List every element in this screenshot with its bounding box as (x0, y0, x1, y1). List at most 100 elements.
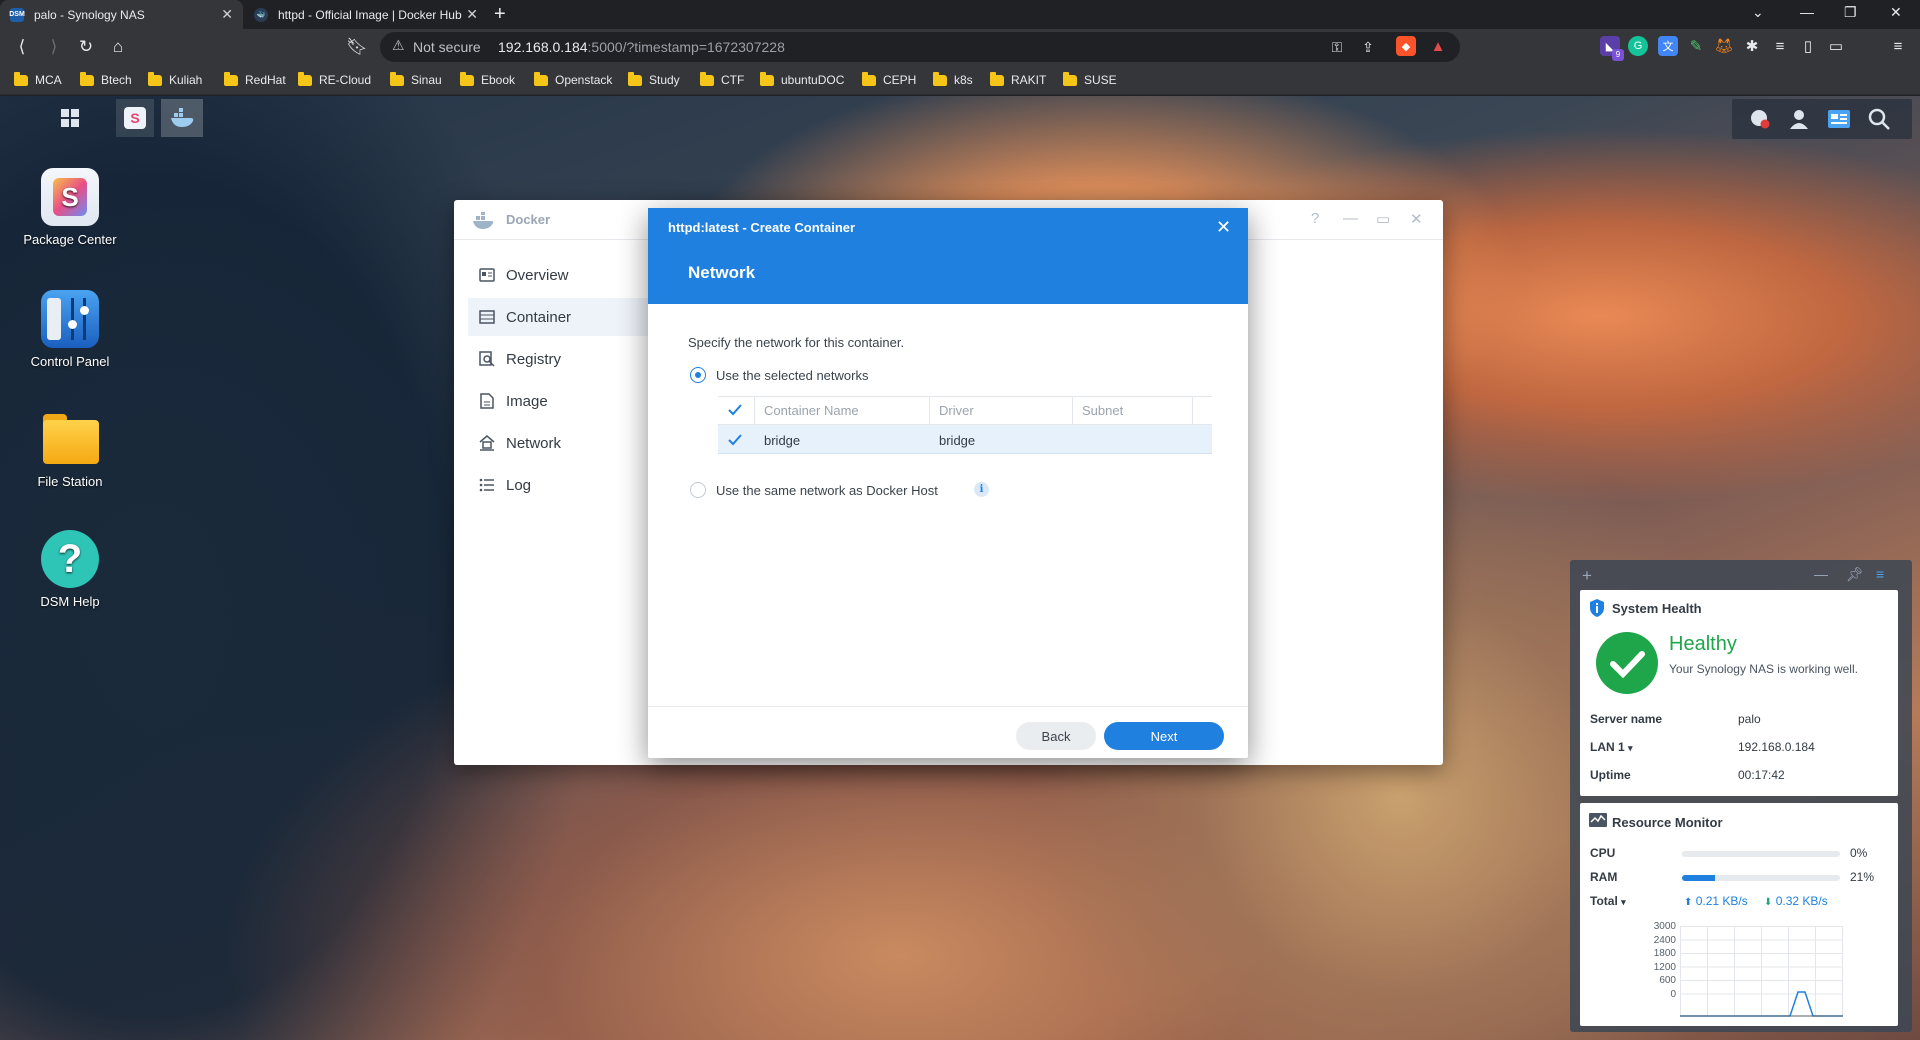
bookmark-icon[interactable]: 🔖︎ (345, 35, 369, 59)
bookmark-label: Ebook (481, 73, 516, 87)
bookmark-ctf[interactable]: CTF (700, 71, 745, 88)
bookmark-sinau[interactable]: Sinau (390, 71, 442, 88)
upload-value: 0.21 KB/s (1695, 894, 1748, 908)
column-header-subnet[interactable]: Subnet (1082, 396, 1123, 424)
desktop-icon-dsm-help[interactable]: ? DSM Help (8, 530, 132, 609)
dialog-close-icon[interactable]: ✕ (1216, 217, 1231, 238)
media-queue-icon[interactable]: ≡ (1770, 36, 1790, 56)
edit-extension-icon[interactable]: ✎ (1686, 36, 1706, 56)
close-window-button[interactable]: ✕ (1890, 4, 1902, 21)
close-tab-icon[interactable]: ✕ (221, 6, 233, 23)
bookmark-openstack[interactable]: Openstack (534, 71, 612, 88)
brave-rewards-icon[interactable]: ▲ (1428, 36, 1448, 56)
sidebar-item-network[interactable]: Network (468, 424, 648, 462)
wallet-icon[interactable]: ▭ (1826, 36, 1846, 56)
radio-selected-networks-label[interactable]: Use the selected networks (716, 368, 868, 383)
help-button[interactable]: ? (1311, 210, 1319, 227)
grammarly-icon[interactable]: G (1628, 36, 1648, 56)
taskbar-docker[interactable] (161, 99, 203, 137)
extensions-puzzle-icon[interactable]: ✱ (1742, 36, 1762, 56)
forward-nav-icon[interactable]: ⟩ (42, 35, 66, 59)
bookmark-kuliah[interactable]: Kuliah (148, 71, 202, 88)
bookmark-re-cloud[interactable]: RE-Cloud (298, 71, 371, 88)
reload-icon[interactable]: ↻ (74, 35, 98, 59)
key-icon[interactable]: ⚿ (1325, 35, 1349, 59)
widgets-icon[interactable] (1826, 106, 1852, 132)
bookmark-redhat[interactable]: RedHat (224, 71, 286, 88)
bookmark-rakit[interactable]: RAKIT (990, 71, 1046, 88)
brave-shield-icon[interactable]: ◆ (1396, 36, 1416, 56)
sidebar-item-log[interactable]: Log (468, 466, 648, 504)
bookmark-ubuntudoc[interactable]: ubuntuDOC (760, 71, 844, 88)
info-icon[interactable]: i (974, 482, 989, 497)
sidebar-item-image[interactable]: Image (468, 382, 648, 420)
translate-icon[interactable]: 文 (1658, 36, 1678, 56)
bookmark-k8s[interactable]: k8s (933, 71, 973, 88)
dialog-footer-divider (648, 706, 1248, 707)
notifications-icon[interactable] (1746, 106, 1772, 132)
desktop-icon-package-center[interactable]: S Package Center (8, 168, 132, 247)
tab-synology[interactable]: DSM palo - Synology NAS ✕ (0, 0, 243, 29)
main-menu-button[interactable] (50, 99, 90, 137)
maximize-button[interactable]: ▭ (1376, 210, 1390, 228)
add-widget-icon[interactable]: + (1582, 566, 1592, 586)
minimize-button[interactable]: — (1343, 210, 1358, 227)
restore-window-button[interactable]: ❐ (1844, 4, 1857, 21)
url-host: 192.168.0.184 (498, 39, 588, 55)
share-icon[interactable]: ⇪ (1356, 35, 1380, 59)
minimize-window-button[interactable]: — (1800, 4, 1814, 20)
extension-badge: 9 (1612, 49, 1624, 61)
lan-label: LAN 1 (1590, 740, 1625, 754)
sidebar-toggle-icon[interactable]: ▯ (1798, 36, 1818, 56)
tab-docker-hub[interactable]: 🐳 httpd - Official Image | Docker Hub ✕ (244, 0, 488, 29)
desktop-icon-control-panel[interactable]: Control Panel (8, 290, 132, 369)
bookmark-ceph[interactable]: CEPH (862, 71, 916, 88)
health-message: Your Synology NAS is working well. (1669, 662, 1858, 676)
search-icon[interactable] (1866, 106, 1892, 132)
package-center-icon: S (41, 168, 99, 226)
taskbar-package-center[interactable]: S (116, 99, 154, 137)
ram-label: RAM (1590, 870, 1618, 884)
bookmark-study[interactable]: Study (628, 71, 680, 88)
column-header-container-name[interactable]: Container Name (764, 396, 859, 424)
radio-docker-host-network[interactable] (690, 482, 706, 498)
metamask-icon[interactable]: 🦊︎ (1714, 36, 1734, 56)
bookmark-label: CTF (721, 73, 745, 87)
collapse-widget-icon[interactable]: — (1814, 566, 1828, 582)
radio-selected-networks[interactable] (690, 367, 706, 383)
docker-window-title: Docker (506, 212, 551, 227)
uptime-label: Uptime (1590, 768, 1631, 782)
total-dropdown[interactable]: Total ▾ (1590, 894, 1626, 908)
row-checkbox[interactable] (728, 426, 742, 454)
sidebar-item-registry[interactable]: Registry (468, 340, 648, 378)
close-button[interactable]: ✕ (1410, 210, 1423, 228)
bookmark-ebook[interactable]: Ebook (460, 71, 516, 88)
home-icon[interactable]: ⌂ (106, 35, 130, 59)
new-tab-button[interactable]: + (494, 3, 506, 26)
container-icon (478, 308, 496, 326)
user-icon[interactable] (1786, 106, 1812, 132)
bookmark-mca[interactable]: MCA (14, 71, 62, 88)
create-container-dialog: httpd:latest - Create Container Network … (648, 208, 1248, 758)
header-select-all[interactable] (728, 396, 742, 424)
cell-driver: bridge (939, 432, 976, 448)
back-button[interactable]: Back (1016, 722, 1096, 750)
lan-dropdown[interactable]: LAN 1 ▾ (1590, 740, 1633, 754)
url-text[interactable]: 192.168.0.184:5000/?timestamp=1672307228 (498, 39, 785, 55)
pin-widget-icon[interactable]: 📌︎ (1846, 566, 1864, 583)
bookmark-btech[interactable]: Btech (80, 71, 132, 88)
sidebar-item-container[interactable]: Container (468, 298, 648, 336)
column-header-driver[interactable]: Driver (939, 396, 974, 424)
back-nav-icon[interactable]: ⟨ (10, 35, 34, 59)
bookmark-suse[interactable]: SUSE (1063, 71, 1117, 88)
server-name-label: Server name (1590, 712, 1663, 726)
close-tab-icon[interactable]: ✕ (466, 6, 478, 23)
sidebar-item-overview[interactable]: Overview (468, 256, 648, 294)
not-secure-label[interactable]: Not secure (413, 39, 481, 55)
desktop-icon-file-station[interactable]: File Station (8, 410, 132, 489)
menu-icon[interactable]: ≡ (1888, 36, 1908, 56)
next-button[interactable]: Next (1104, 722, 1224, 750)
widget-settings-icon[interactable]: ≡ (1876, 566, 1884, 582)
tab-search-chevron-icon[interactable]: ⌄ (1752, 4, 1764, 21)
radio-docker-host-network-label[interactable]: Use the same network as Docker Host (716, 483, 938, 498)
